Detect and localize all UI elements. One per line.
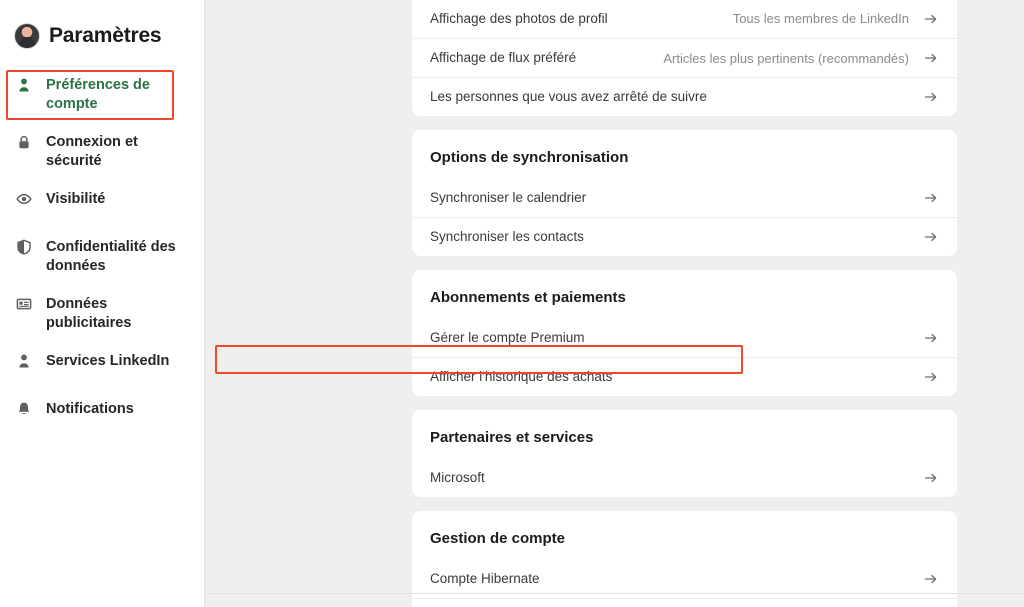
user-avatar[interactable] [14,23,40,49]
person-icon [14,75,34,93]
sidebar-item-label: Confidentialité des données [46,239,176,274]
lock-icon [14,132,34,150]
settings-cards: Affichage des photos de profil Tous les m… [412,0,957,607]
settings-row-microsoft[interactable]: Microsoft [412,458,957,497]
sidebar-item-confidentialite-des-donnees[interactable]: Confidentialité des données [0,228,204,285]
settings-row-synchroniser-le-calendrier[interactable]: Synchroniser le calendrier [412,178,957,217]
sidebar-item-label: Notifications [46,401,134,417]
arrow-right-icon[interactable] [923,470,939,486]
settings-row-label: Affichage de flux préféré [430,50,577,65]
settings-row-value: Articles les plus pertinents (recommandé… [663,50,909,66]
settings-row-affichage-des-photos-de-profil[interactable]: Affichage des photos de profil Tous les m… [412,0,957,38]
sidebar-item-label: Préférences de compte [46,77,150,112]
settings-page: Paramètres Préférences de compte Connexio… [0,0,1024,607]
settings-row-label: Microsoft [430,469,485,485]
settings-row-fermer-le-compte[interactable]: Fermer le compte [412,598,957,607]
sidebar-item-visibilite[interactable]: Visibilité [0,180,204,228]
settings-row-label: Afficher l'historique des achats [430,369,613,384]
sidebar-item-preferences-de-compte[interactable]: Préférences de compte [0,66,204,123]
page-title: Paramètres [49,24,162,47]
settings-card-abonnements-et-paiements: Abonnements et paiements Gérer le compte … [412,270,957,396]
sidebar-item-label: Visibilité [46,191,106,207]
arrow-right-icon[interactable] [923,190,939,206]
settings-row-affichage-de-flux-prefere[interactable]: Affichage de flux préféré Articles les pl… [412,38,957,77]
sidebar-item-label: Services LinkedIn [46,353,170,369]
settings-header: Paramètres [0,0,204,56]
arrow-right-icon[interactable] [923,89,939,105]
settings-row-value: Tous les membres de LinkedIn [732,11,909,26]
settings-card-partenaires-et-services: Partenaires et services Microsoft [412,410,957,497]
arrow-right-icon[interactable] [923,50,939,66]
person-icon [14,351,34,369]
settings-card-options-de-synchronisation: Options de synchronisation Synchroniser l… [412,130,957,256]
ad-card-icon [14,294,34,312]
arrow-right-icon[interactable] [923,11,939,27]
sidebar-item-connexion-et-securite[interactable]: Connexion et sécurité [0,123,204,180]
settings-row-label: Les personnes que vous avez arrêté de su… [430,89,707,104]
arrow-right-icon[interactable] [923,330,939,346]
card-title: Partenaires et services [430,429,594,446]
card-title: Options de synchronisation [430,149,629,166]
main-content: Affichage des photos de profil Tous les m… [205,0,1024,607]
settings-row-gerer-le-compte-premium[interactable]: Gérer le compte Premium [412,318,957,357]
sidebar-nav: Préférences de compte Connexion et sécuri… [0,56,204,438]
bottom-divider [205,593,1024,594]
settings-row-label: Affichage des photos de profil [430,10,608,26]
card-title: Gestion de compte [430,530,566,547]
settings-row-label: Compte Hibernate [430,570,540,586]
settings-row-label: Gérer le compte Premium [430,329,585,345]
sidebar-item-label: Données publicitaires [46,296,132,331]
settings-row-les-personnes-que-vous-avez-arrete-de-suivre[interactable]: Les personnes que vous avez arrêté de su… [412,77,957,116]
sidebar: Paramètres Préférences de compte Connexio… [0,0,205,607]
settings-row-afficher-l-historique-des-achats[interactable]: Afficher l'historique des achats [412,357,957,396]
sidebar-item-label: Connexion et sécurité [46,134,138,169]
shield-icon [14,237,34,255]
sidebar-item-services-linkedin[interactable]: Services LinkedIn [0,342,204,390]
eye-icon [14,189,34,207]
settings-card-top-section: Affichage des photos de profil Tous les m… [412,0,957,116]
sidebar-item-notifications[interactable]: Notifications [0,390,204,438]
settings-row-label: Synchroniser les contacts [430,229,584,244]
arrow-right-icon[interactable] [923,229,939,245]
arrow-right-icon[interactable] [923,369,939,385]
bell-icon [14,399,34,417]
settings-row-synchroniser-les-contacts[interactable]: Synchroniser les contacts [412,217,957,256]
settings-row-label: Synchroniser le calendrier [430,189,587,205]
arrow-right-icon[interactable] [923,571,939,587]
card-title: Abonnements et paiements [430,289,626,306]
sidebar-item-donnees-publicitaires[interactable]: Données publicitaires [0,285,204,342]
